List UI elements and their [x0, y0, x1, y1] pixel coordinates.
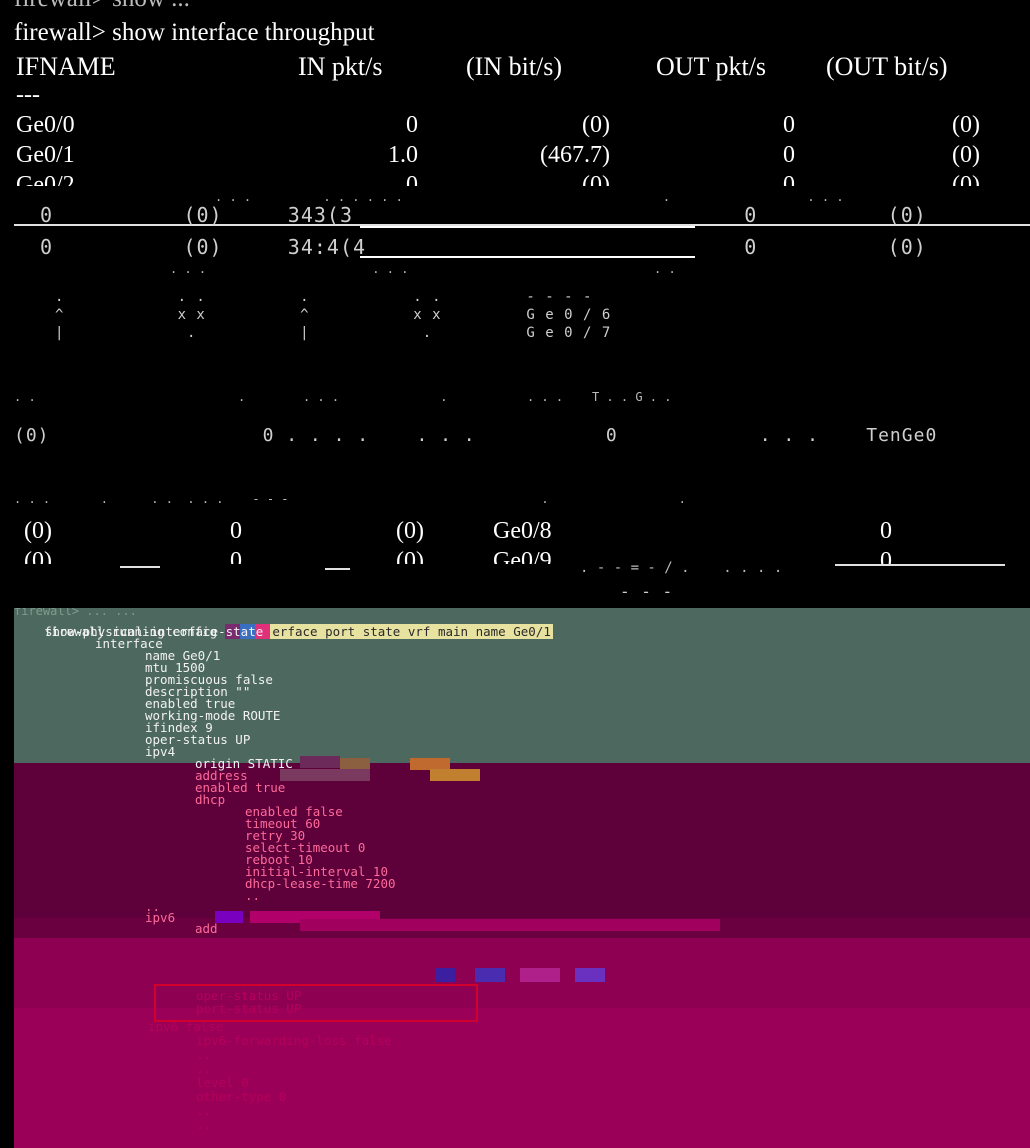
column-ifname: IFNAME: [16, 52, 116, 81]
glitch-text: 0 (0) 343(3 0 (0): [40, 203, 927, 227]
row-in-pkt: 0: [406, 112, 418, 138]
row-in-pkt: 1.0: [388, 142, 418, 168]
noise-block: [575, 968, 605, 982]
command-line: firewall> show interface throughput: [14, 19, 375, 46]
noise-block: [215, 911, 243, 923]
glitch-dots: . . . . . . . . . . . . .: [215, 190, 844, 204]
row-in-bit: (0): [582, 112, 610, 138]
noise-block: [300, 919, 720, 931]
faded-line: ..: [196, 1047, 212, 1062]
config-line: ipv4: [145, 744, 176, 759]
glitch-bar: [120, 566, 160, 568]
faded-line: ..: [196, 1117, 212, 1132]
glitch-dots: . . . . . . . .: [170, 262, 676, 276]
row-ifname: Ge0/1: [16, 142, 75, 168]
faded-line: port-status UP: [196, 1001, 302, 1016]
config-line: ..: [245, 888, 261, 903]
table-row: Ge0/2 0 (0) 0 (0): [0, 172, 1030, 186]
glitch-text: - - -: [620, 582, 674, 601]
row-out-pkt: 0: [783, 112, 795, 138]
faded-line: ..: [196, 1061, 212, 1076]
faded-line: level 0: [196, 1075, 249, 1090]
noise-block: [280, 769, 370, 781]
row-out-pkt: 0: [783, 142, 795, 168]
config-line: add: [195, 921, 218, 936]
faded-line: other-type 0: [196, 1089, 287, 1104]
column-in-pkt: IN pkt/s: [298, 52, 383, 81]
noise-block: [520, 968, 560, 982]
row-in-bit: (467.7): [540, 142, 610, 168]
noise-block: [475, 968, 505, 982]
glitch-dots: . - - = - / . . . . .: [580, 560, 783, 576]
clipped-row: (0) 0 (0) Ge0/9 0: [24, 548, 892, 564]
noise-block: [300, 756, 340, 768]
config-line: dhcp-lease-time 7200: [245, 876, 396, 891]
config-line: dhcp: [195, 792, 226, 807]
glitch-dots: . . . . . . . . . . T . . G . .: [14, 390, 672, 404]
noise-block: [435, 968, 455, 982]
glitch-bar: [835, 564, 1005, 566]
row-out-bit: (0): [952, 112, 980, 138]
faded-line: ipv6-forwarding-loss false: [196, 1033, 392, 1048]
column-out-pkt: OUT pkt/s: [656, 52, 767, 81]
glitch-dots: . . . . . . . . . - - - . .: [14, 492, 686, 506]
config-line: ipv6: [145, 910, 176, 925]
row-in-bit: (0): [582, 172, 610, 186]
faded-line: ipv6 false: [148, 1019, 224, 1034]
throughput-terminal[interactable]: firewall> show ... firewall> show interf…: [0, 0, 1030, 608]
column-out-bit: (OUT bit/s): [826, 52, 948, 81]
fragment: 0: [880, 518, 892, 544]
fragment: (0): [24, 518, 52, 544]
row-out-bit: (0): [952, 172, 980, 186]
glitch-bar: [325, 568, 350, 570]
noise-block: [430, 769, 480, 781]
scrolled-prev-line: firewall> show ...: [14, 0, 190, 12]
column-in-bit: (IN bit/s): [466, 52, 563, 81]
glitch-text: . . . . . . - - - - ^ x x ^ x x G e 0 / …: [55, 289, 612, 341]
config-terminal[interactable]: firewall> ... ... firewall running confi…: [0, 608, 1030, 1148]
faded-line: ..: [196, 1103, 212, 1118]
fragment: (0): [396, 518, 424, 544]
row-ifname: Ge0/2: [16, 172, 75, 186]
row-out-pkt: 0: [783, 172, 795, 186]
row-in-pkt: 0: [406, 172, 418, 186]
glitch-bar: [360, 226, 695, 228]
fragment: Ge0/8: [493, 518, 552, 544]
row-ifname: Ge0/0: [16, 112, 75, 138]
fragment: 0: [230, 518, 242, 544]
row-out-bit: (0): [952, 142, 980, 168]
glitch-text: (0) 0 . . . . . . . 0 . . . TenGe0: [14, 425, 938, 446]
glitch-bar: [360, 256, 695, 258]
table-divider: ---: [16, 82, 40, 108]
plum-band: [14, 763, 1030, 918]
